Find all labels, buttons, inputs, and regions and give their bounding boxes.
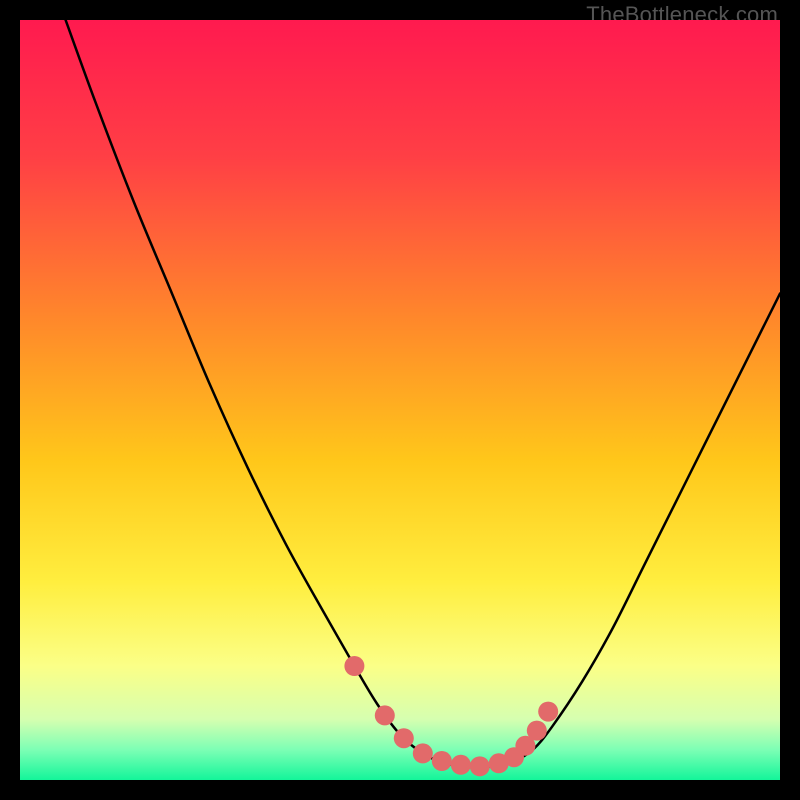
chart-background (20, 20, 780, 780)
data-point (413, 743, 433, 763)
data-point (538, 702, 558, 722)
data-point (394, 728, 414, 748)
plot-area (20, 20, 780, 780)
data-point (451, 755, 471, 775)
data-point (375, 705, 395, 725)
chart-svg (20, 20, 780, 780)
data-point (344, 656, 364, 676)
data-point (470, 756, 490, 776)
data-point (432, 751, 452, 771)
data-point (527, 721, 547, 741)
chart-frame: TheBottleneck.com (0, 0, 800, 800)
